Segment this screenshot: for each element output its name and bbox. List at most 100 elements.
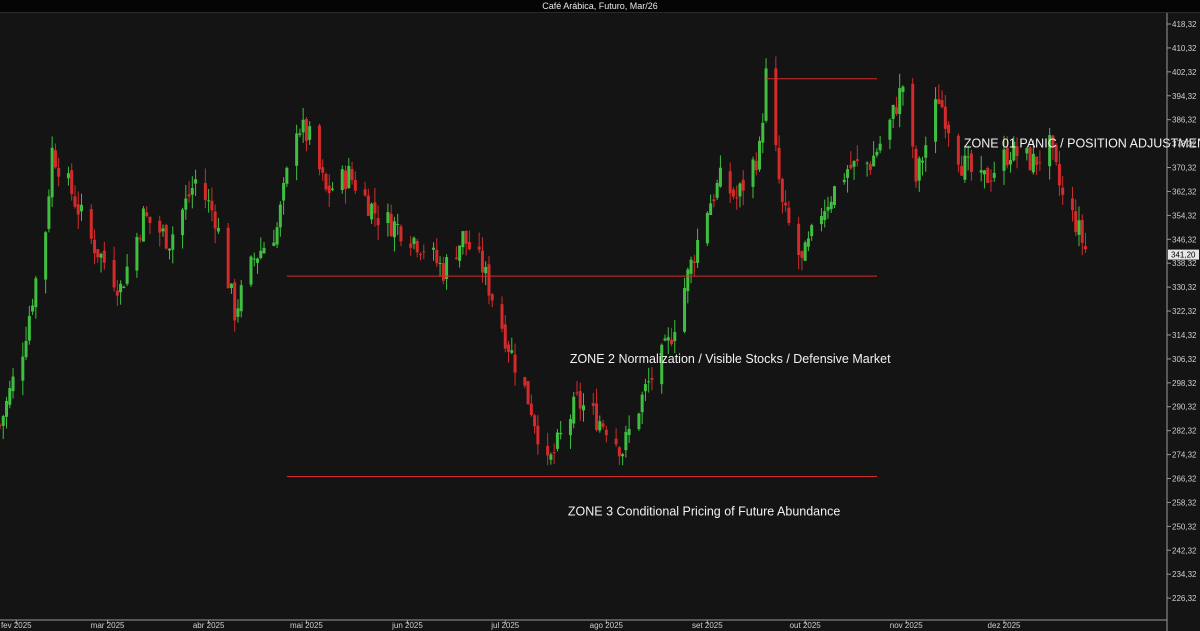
candle-up xyxy=(194,179,198,184)
candle-down xyxy=(467,241,471,250)
candle-up xyxy=(484,266,488,274)
candle-down xyxy=(1035,156,1039,166)
candle-up xyxy=(171,234,175,250)
candle-up xyxy=(624,431,628,451)
candle-up xyxy=(44,232,48,280)
candle-up xyxy=(627,428,631,436)
candle-down xyxy=(500,304,504,329)
candle-up xyxy=(568,419,572,436)
candle-up xyxy=(647,381,651,383)
candle-down xyxy=(321,167,325,173)
candle-up xyxy=(510,350,514,353)
candle-up xyxy=(686,269,690,292)
x-tick-label: mar 2025 xyxy=(91,621,125,630)
candle-down xyxy=(855,159,859,162)
candle-up xyxy=(79,204,83,212)
candle-down xyxy=(513,354,517,373)
y-tick-label: 418,32 xyxy=(1172,20,1197,29)
candle-up xyxy=(709,203,713,215)
candle-down xyxy=(366,195,370,216)
candle-up xyxy=(285,167,289,184)
candle-down xyxy=(546,446,550,456)
candle-up xyxy=(340,169,344,191)
support-resistance-lines xyxy=(286,78,877,477)
candle-down xyxy=(76,204,80,215)
candle-up xyxy=(298,133,302,135)
candle-up xyxy=(278,204,282,228)
candle-down xyxy=(409,243,413,248)
candle-up xyxy=(396,224,400,226)
candle-up xyxy=(347,166,351,189)
candle-down xyxy=(960,166,964,176)
candle-up xyxy=(555,432,559,449)
y-tick-label: 410,32 xyxy=(1172,44,1197,53)
candle-up xyxy=(621,454,625,457)
candle-down xyxy=(102,250,106,263)
x-tick-label: ago 2025 xyxy=(590,621,624,630)
candle-up xyxy=(891,105,895,119)
candle-up xyxy=(330,188,334,190)
candle-down xyxy=(304,119,308,141)
candle-up xyxy=(966,156,970,158)
candle-down xyxy=(894,107,898,114)
candle-down xyxy=(213,211,217,229)
candle-up xyxy=(21,356,25,381)
candle-down xyxy=(389,213,393,237)
candle-up xyxy=(738,183,742,197)
candle-down xyxy=(317,125,321,170)
candle-up xyxy=(666,337,670,341)
annotations-layer: ZONE 01 PANIC / POSITION ADJUSTMENT ZONE … xyxy=(568,137,1200,519)
candle-down xyxy=(53,150,57,168)
candle-up xyxy=(5,401,9,417)
candle-down xyxy=(784,202,788,206)
candle-up xyxy=(11,376,15,392)
candle-up xyxy=(979,170,983,173)
candle-up xyxy=(833,186,837,206)
candle-up xyxy=(572,396,576,424)
y-tick-label: 314,32 xyxy=(1172,331,1197,340)
candle-up xyxy=(917,158,921,181)
candle-up xyxy=(461,231,465,248)
candle-up xyxy=(135,236,139,271)
candle-down xyxy=(552,452,556,454)
y-tick-label: 322,32 xyxy=(1172,307,1197,316)
candle-down xyxy=(575,392,579,394)
candle-down xyxy=(399,226,403,242)
candle-down xyxy=(422,251,426,253)
y-tick-label: 298,32 xyxy=(1172,379,1197,388)
candle-up xyxy=(161,228,165,232)
candle-up xyxy=(689,259,693,274)
candle-down xyxy=(728,171,732,194)
candle-up xyxy=(282,182,286,201)
candles-layer xyxy=(0,56,1088,466)
candle-down xyxy=(911,83,915,147)
candle-down xyxy=(203,183,207,200)
candle-up xyxy=(901,86,905,93)
candle-up xyxy=(1077,220,1081,235)
candle-up xyxy=(823,211,827,221)
candle-up xyxy=(715,182,719,198)
candle-up xyxy=(663,338,667,341)
y-tick-label: 306,32 xyxy=(1172,355,1197,364)
x-tick-label: dez 2025 xyxy=(988,621,1021,630)
candle-down xyxy=(578,391,582,409)
candle-down xyxy=(591,403,595,406)
candle-down xyxy=(507,344,511,352)
y-tick-label: 274,32 xyxy=(1172,451,1197,460)
candle-up xyxy=(122,286,126,288)
candle-up xyxy=(758,140,762,170)
candle-up xyxy=(764,68,768,121)
candle-down xyxy=(1038,162,1042,164)
candle-down xyxy=(435,249,439,264)
price-chart[interactable]: ZONE 01 PANIC / POSITION ADJUSTMENT ZONE … xyxy=(0,0,1200,631)
candle-down xyxy=(787,207,791,224)
candle-down xyxy=(96,249,100,258)
candle-down xyxy=(774,68,778,146)
candle-up xyxy=(1002,149,1006,171)
candle-up xyxy=(249,256,253,285)
y-tick-label: 378,32 xyxy=(1172,140,1197,149)
candle-up xyxy=(272,242,276,246)
candle-down xyxy=(477,246,481,250)
zone-annotation: ZONE 3 Conditional Pricing of Future Abu… xyxy=(568,504,840,518)
x-axis-ticks: fev 2025 mar 2025 abr 2025 mai 2025 jun 2025… xyxy=(1,620,1021,630)
